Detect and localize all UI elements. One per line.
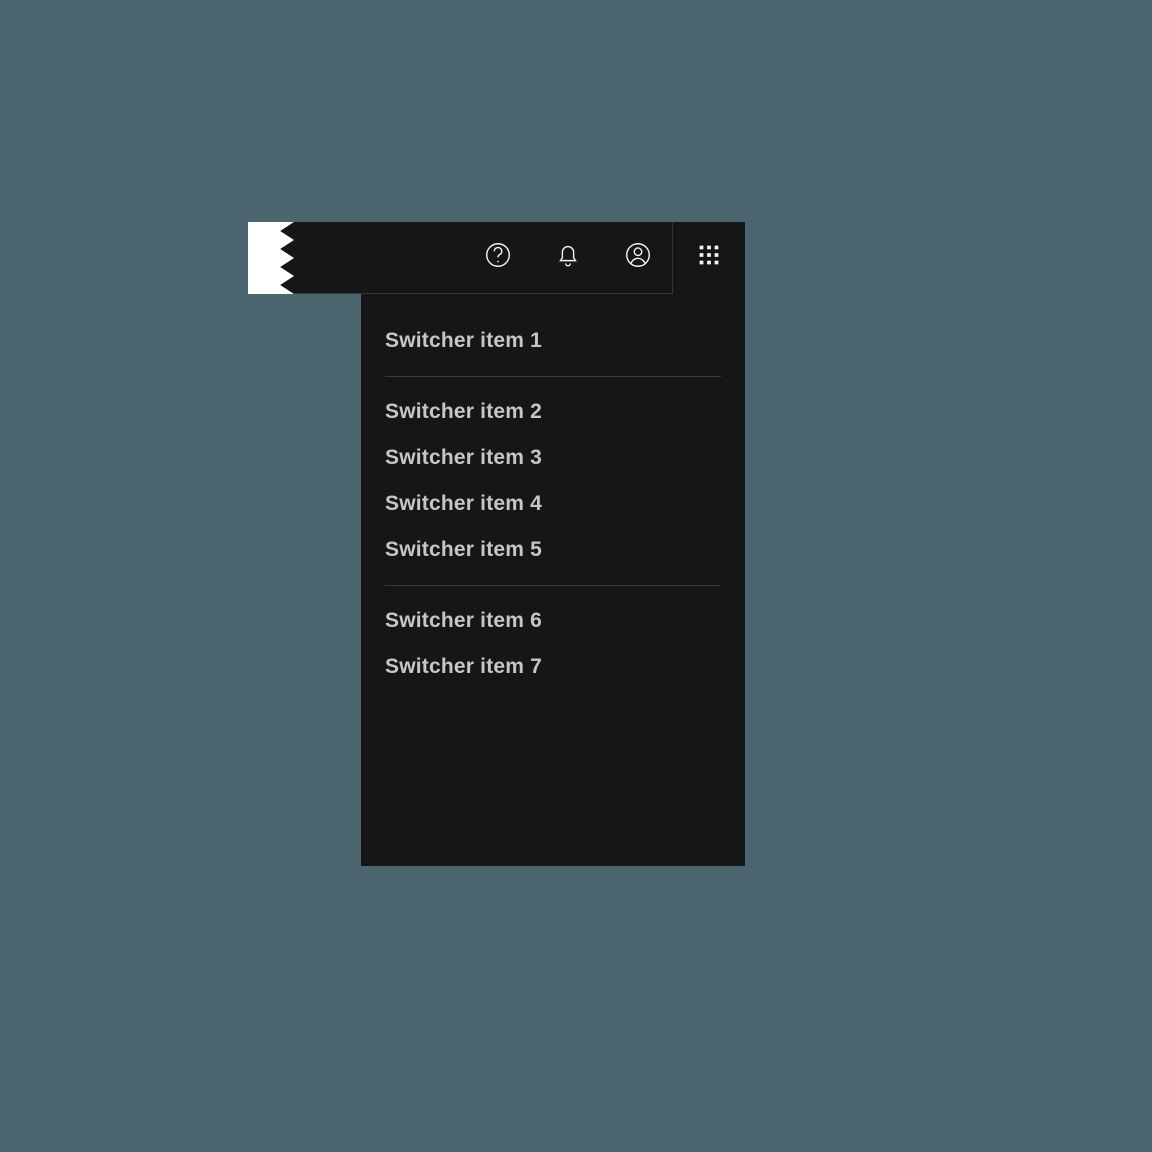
switcher-item-label: Switcher item 3 [385, 446, 542, 469]
switcher-item-label: Switcher item 5 [385, 538, 542, 561]
switcher-panel: Switcher item 1 Switcher item 2 Switcher… [361, 294, 745, 866]
switcher-item[interactable]: Switcher item 4 [361, 481, 745, 527]
app-switcher-button[interactable] [673, 222, 745, 294]
switcher-item-label: Switcher item 4 [385, 492, 542, 515]
switcher-divider [385, 585, 721, 586]
switcher-item[interactable]: Switcher item 1 [361, 318, 745, 364]
crop-zigzag-edge [248, 222, 294, 294]
switcher-divider [385, 376, 721, 377]
user-button[interactable] [603, 222, 673, 294]
header-actions [463, 222, 745, 293]
bell-icon [553, 240, 583, 275]
user-icon [623, 240, 653, 275]
notifications-button[interactable] [533, 222, 603, 294]
switcher-item[interactable]: Switcher item 3 [361, 435, 745, 481]
switcher-item-label: Switcher item 1 [385, 329, 542, 352]
switcher-item-label: Switcher item 2 [385, 400, 542, 423]
switcher-item-label: Switcher item 7 [385, 655, 542, 678]
switcher-list: Switcher item 1 Switcher item 2 Switcher… [361, 318, 745, 690]
switcher-item-label: Switcher item 6 [385, 609, 542, 632]
grid-icon [694, 240, 724, 275]
header-bar [248, 222, 745, 294]
switcher-item[interactable]: Switcher item 7 [361, 644, 745, 690]
help-icon [483, 240, 513, 275]
ui-shell-fragment: Switcher item 1 Switcher item 2 Switcher… [248, 222, 745, 866]
help-button[interactable] [463, 222, 533, 294]
switcher-item[interactable]: Switcher item 2 [361, 389, 745, 435]
switcher-item[interactable]: Switcher item 5 [361, 527, 745, 573]
switcher-item[interactable]: Switcher item 6 [361, 598, 745, 644]
